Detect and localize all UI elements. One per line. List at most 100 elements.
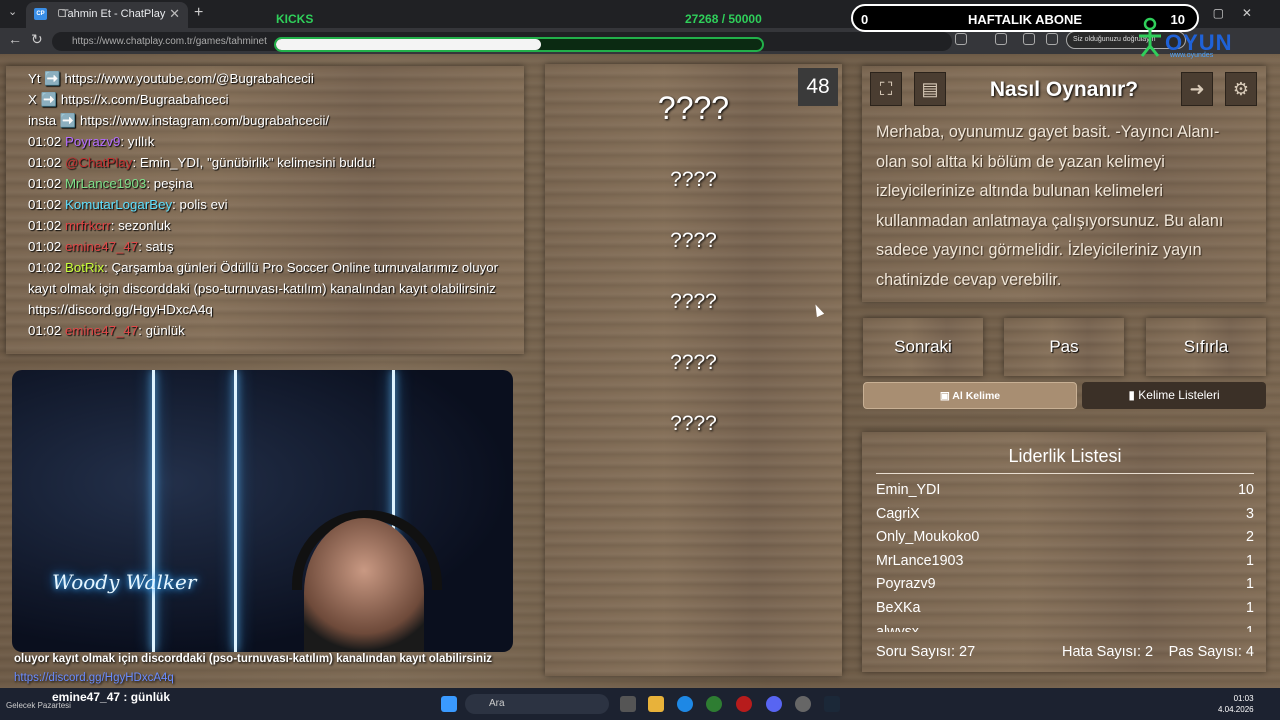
chat-message: 01:02 emine47_47: satış	[28, 236, 510, 257]
stream-caption: oluyor kayıt olmak için discorddaki (pso…	[14, 650, 534, 688]
chat-text: : polis evi	[172, 197, 228, 212]
player-score: 10	[1238, 482, 1254, 498]
kicks-label: KICKS	[276, 12, 314, 26]
reload-icon[interactable]: ↻	[31, 31, 43, 48]
gear-icon[interactable]: ⚙	[1225, 72, 1257, 106]
browser-tab[interactable]: CP Tahmin Et - ChatPlay ✕	[26, 2, 188, 28]
site-info-icon[interactable]	[58, 9, 66, 17]
tab-menu-icon[interactable]: ⌄	[8, 5, 17, 18]
app-icon[interactable]	[706, 696, 722, 712]
chat-username[interactable]: MrLance1903	[65, 176, 146, 191]
taboo-word: ????	[670, 351, 717, 374]
chat-time: 01:02	[28, 176, 62, 191]
player-name: Only_Moukoko0	[876, 529, 980, 546]
app-icon[interactable]	[736, 696, 752, 712]
taboo-word: ????	[670, 168, 717, 191]
player-score: 3	[1246, 505, 1254, 522]
chat-username[interactable]: KomutarLogarBey	[65, 197, 172, 212]
start-icon[interactable]	[441, 696, 457, 712]
chat-time: 01:02	[28, 239, 62, 254]
leaderboard-row: Poyrazv9 1	[876, 574, 1254, 598]
chat-time: 01:02	[28, 197, 62, 212]
chat-message: insta ➡️ https://www.instagram.com/bugra…	[28, 110, 510, 131]
player-score: 1	[1246, 599, 1254, 616]
app-icon[interactable]	[795, 696, 811, 712]
logo-subtext: www.oyundes	[1170, 52, 1214, 59]
chat-message: 01:02 @ChatPlay: Emin_YDI, "günübirlik" …	[28, 152, 510, 173]
url-text: https://www.chatplay.com.tr/games/tahmin…	[72, 36, 267, 47]
neon-light-middle	[234, 370, 237, 652]
discord-icon[interactable]	[766, 696, 782, 712]
next-button[interactable]: Sonraki	[863, 318, 983, 376]
caption-text: oluyor kayıt olmak için discorddaki (pso…	[14, 653, 493, 665]
howto-text: Merhaba, oyunumuz gayet basit. -Yayıncı …	[876, 123, 1224, 289]
player-name: MrLance1903	[876, 552, 964, 569]
collections-icon[interactable]	[1046, 33, 1058, 45]
chat-text: : Emin_YDI, "günübirlik" kelimesini buld…	[132, 155, 376, 170]
ai-word-button[interactable]: ▣ Al Kelime	[863, 382, 1077, 409]
clock-date: 4.04.2026	[1218, 705, 1254, 714]
chat-time: 01:02	[28, 323, 62, 338]
chat-username[interactable]: @ChatPlay	[65, 155, 132, 170]
edge-icon[interactable]	[677, 696, 693, 712]
webcam-feed: Woody Walker	[12, 370, 513, 652]
document-icon[interactable]: ▤	[914, 72, 946, 106]
howto-title: Nasıl Oynanır?	[989, 78, 1139, 101]
chat-username[interactable]: Poyrazv9	[65, 134, 120, 149]
fullscreen-icon[interactable]: ⛶	[870, 72, 902, 106]
word-lists-button[interactable]: ▮ Kelime Listeleri	[1082, 382, 1266, 409]
search-placeholder: Ara	[489, 698, 505, 709]
chat-username[interactable]: emine47_47	[65, 239, 138, 254]
chat-log: Yt ➡️ https://www.youtube.com/@Bugrabahc…	[16, 68, 522, 352]
question-count: Soru Sayısı: 27	[876, 644, 976, 660]
chat-message: X ➡️ https://x.com/Bugraabahceci	[28, 89, 510, 110]
file-explorer-icon[interactable]	[648, 696, 664, 712]
chat-message: 01:02 Poyrazv9: yıllık	[28, 131, 510, 152]
taboo-word: ????	[670, 290, 717, 313]
chat-username[interactable]: BotRix	[65, 260, 104, 275]
back-icon[interactable]: ←	[8, 31, 22, 47]
leaderboard-list[interactable]: Emin_YDI 10 CagriX 3 Only_Moukoko0 2 MrLance19…	[876, 480, 1254, 632]
split-screen-icon[interactable]	[1023, 33, 1035, 45]
chat-time: 01:02	[28, 155, 62, 170]
search-box[interactable]: Ara	[465, 694, 609, 714]
chat-username[interactable]: mrfrkcrr	[65, 218, 111, 233]
neon-light-left	[152, 370, 155, 652]
kicks-progress-bar	[274, 37, 764, 52]
extensions-icon[interactable]	[995, 33, 1007, 45]
taskbar: Gelecek Pazartesi	[0, 688, 1280, 720]
chat-text: : günlük	[138, 323, 185, 338]
reset-button[interactable]: Sıfırla	[1146, 318, 1266, 376]
leaderboard-row: Emin_YDI 10	[876, 480, 1254, 504]
chat-username[interactable]: emine47_47	[65, 323, 138, 338]
exit-icon[interactable]: ➜	[1181, 72, 1213, 106]
chat-text: Yt ➡️ https://www.youtube.com/@Bugrabahc…	[28, 71, 314, 86]
player-score: 1	[1246, 552, 1254, 569]
chat-text: : peşina	[146, 176, 193, 191]
task-view-icon[interactable]	[620, 696, 636, 712]
player-name: Poyrazv9	[876, 576, 936, 593]
chat-text: : yıllık	[120, 134, 155, 149]
chat-message: 01:02 emine47_47: günlük	[28, 320, 510, 341]
chat-message: 01:02 KomutarLogarBey: polis evi	[28, 194, 510, 215]
pass-button[interactable]: Pas	[1004, 318, 1124, 376]
new-tab-icon[interactable]: +	[194, 4, 203, 22]
error-count: Hata Sayısı: 2	[1062, 644, 1154, 660]
player-name: alwysx	[876, 623, 919, 632]
system-clock[interactable]: 01:03 4.04.2026	[1218, 693, 1254, 715]
player-name: BeXKa	[876, 599, 921, 616]
chat-text: insta ➡️ https://www.instagram.com/bugra…	[28, 113, 330, 128]
leaderboard-row: BeXKa 1	[876, 598, 1254, 622]
round-timer: 48	[798, 68, 838, 106]
ai-icon: ▣	[939, 390, 950, 402]
chat-message: 01:02 BotRix: Çarşamba günleri Ödüllü Pr…	[28, 257, 510, 320]
steam-icon[interactable]	[824, 696, 840, 712]
chat-message: 01:02 mrfrkcrr: sezonluk	[28, 215, 510, 236]
chat-text: : satış	[138, 239, 174, 254]
close-tab-icon[interactable]: ✕	[169, 2, 180, 26]
word-lists-label: Kelime Listeleri	[1138, 388, 1220, 402]
favorite-icon[interactable]	[955, 33, 967, 45]
leaderboard-row: alwysx 1	[876, 622, 1254, 632]
neon-sign: Woody Walker	[52, 570, 197, 594]
kicks-count: 27268 / 50000	[685, 12, 762, 26]
